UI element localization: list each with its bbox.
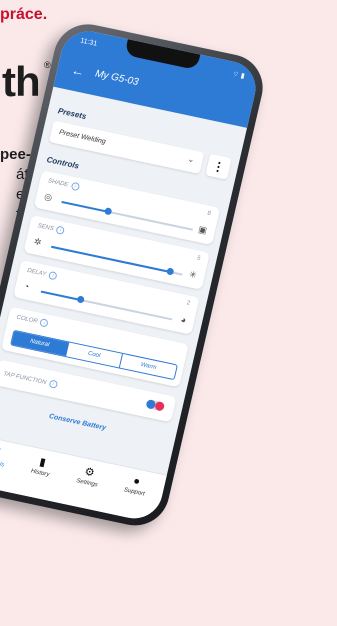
device-title: My G5-03 [94, 68, 140, 89]
status-icons: ⌔ ▮ [231, 70, 246, 81]
info-icon[interactable]: i [48, 270, 58, 281]
tap-function-label: TAP FUNCTION i [3, 370, 58, 389]
more-options-icon[interactable]: ⋮ [205, 153, 232, 180]
shade-value: 8 [206, 210, 212, 218]
presets-label: Presets [57, 106, 88, 122]
sens-label: SENS i [37, 222, 66, 236]
info-icon[interactable]: i [48, 379, 58, 389]
shade-dark-icon: ▣ [197, 224, 208, 236]
tab-support[interactable]: ● Support [114, 472, 158, 500]
color-option-cool[interactable]: Cool [65, 342, 124, 368]
tab-history[interactable]: ▮ History [20, 452, 64, 481]
sens-low-icon: ✲ [32, 236, 43, 248]
info-icon[interactable]: i [39, 318, 50, 328]
info-icon[interactable]: i [70, 181, 80, 192]
sliders-icon: ☰ [0, 442, 17, 463]
bottom-tab-bar: ☰ Controls ▮ History ⚙ Settings ● Suppor… [0, 433, 167, 524]
preset-value: Preset Welding [58, 128, 107, 146]
phone-device: 11:31 ⌔ ▮ ← My G5-03 Presets Preset Weld… [0, 18, 337, 626]
info-icon[interactable]: i [55, 225, 66, 236]
promo-brand-fragment: th [2, 58, 41, 105]
back-arrow-icon[interactable]: ← [70, 62, 86, 79]
color-label: COLOR i [16, 313, 50, 328]
shade-light-icon: ◎ [43, 191, 54, 203]
promo-headline-fragment: práce. [0, 6, 48, 23]
timer-full-icon: ◕ [179, 314, 188, 326]
tab-settings[interactable]: ⚙ Settings [67, 462, 111, 491]
delay-label: DELAY i [26, 266, 58, 281]
controls-label: Controls [45, 155, 80, 171]
status-time: 11:31 [79, 37, 98, 48]
color-option-warm[interactable]: Warm [120, 354, 177, 379]
chevron-down-icon: ⌄ [186, 154, 196, 165]
delay-slider-knob[interactable] [76, 295, 86, 304]
shade-slider-knob[interactable] [103, 207, 113, 216]
promo-bold-fragment: pee- [0, 146, 31, 163]
tap-function-toggle[interactable] [145, 399, 166, 412]
color-option-natural[interactable]: Natural [11, 330, 69, 357]
sens-slider-knob[interactable] [165, 267, 175, 276]
shade-label: SHADE i [47, 177, 80, 192]
sens-high-icon: ✳ [188, 269, 198, 281]
timer-icon: ◔ [22, 280, 31, 292]
tab-controls[interactable]: ☰ Controls [0, 442, 17, 471]
delay-slider[interactable] [40, 290, 173, 321]
delay-value: 2 [186, 300, 191, 307]
sens-value: 5 [196, 255, 202, 262]
